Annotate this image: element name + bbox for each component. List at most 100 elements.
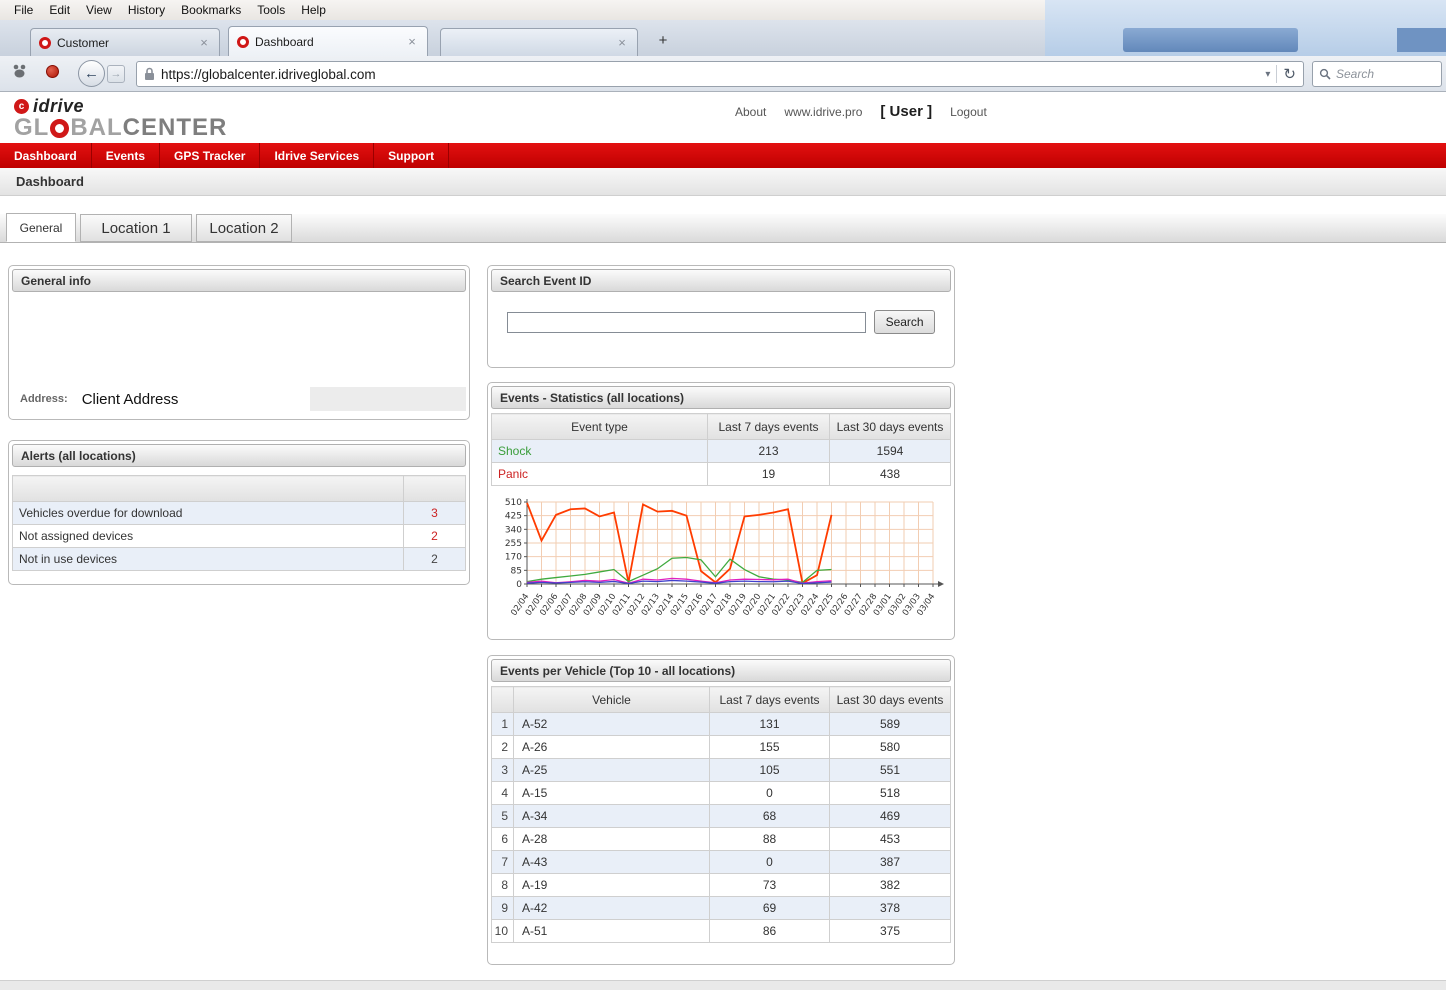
rank: 2 bbox=[492, 736, 514, 759]
tab-location-1[interactable]: Location 1 bbox=[80, 214, 192, 242]
record-indicator-icon[interactable] bbox=[46, 65, 59, 78]
stats-header-event-type: Event type bbox=[492, 414, 708, 440]
vehicle-name: A-34 bbox=[514, 805, 710, 828]
menu-help[interactable]: Help bbox=[293, 1, 334, 19]
table-row: 2 A-26 155 580 bbox=[492, 736, 951, 759]
idrive-pro-link[interactable]: www.idrive.pro bbox=[784, 105, 862, 119]
event-id-input[interactable] bbox=[507, 312, 866, 333]
alert-value: 2 bbox=[404, 548, 466, 571]
background-window-titlebar bbox=[1123, 28, 1298, 52]
dashboard-tabbar: General Location 1 Location 2 bbox=[0, 214, 1446, 243]
menu-view[interactable]: View bbox=[78, 1, 120, 19]
menu-tools[interactable]: Tools bbox=[249, 1, 293, 19]
url-bar[interactable]: ▾ ↻ bbox=[136, 61, 1304, 87]
alerts-panel: Alerts (all locations) Vehicles overdue … bbox=[8, 440, 470, 585]
close-tab-icon[interactable]: × bbox=[615, 35, 629, 50]
events-7d: 73 bbox=[710, 874, 830, 897]
vehicle-name: A-26 bbox=[514, 736, 710, 759]
tab-location-2[interactable]: Location 2 bbox=[196, 214, 292, 242]
event-type: Shock bbox=[492, 440, 708, 463]
panel-title: General info bbox=[12, 269, 466, 292]
main-nav: Dashboard Events GPS Tracker Idrive Serv… bbox=[0, 143, 1446, 168]
browser-search-input[interactable] bbox=[1336, 67, 1435, 81]
svg-text:255: 255 bbox=[505, 539, 522, 549]
breadcrumb[interactable]: Dashboard bbox=[0, 168, 1446, 196]
close-tab-icon[interactable]: × bbox=[405, 34, 419, 49]
address-row: Address: Client Address bbox=[12, 386, 466, 412]
events-30d: 589 bbox=[830, 713, 951, 736]
search-button[interactable]: Search bbox=[874, 310, 935, 334]
panel-title: Alerts (all locations) bbox=[12, 444, 466, 467]
events-30d: 580 bbox=[830, 736, 951, 759]
vehicle-name: A-25 bbox=[514, 759, 710, 782]
new-tab-button[interactable]: + bbox=[652, 29, 674, 51]
menu-edit[interactable]: Edit bbox=[41, 1, 78, 19]
search-icon bbox=[1319, 68, 1331, 80]
alert-row: Not assigned devices 2 bbox=[13, 525, 466, 548]
vehicle-name: A-51 bbox=[514, 920, 710, 943]
events-30d: 1594 bbox=[830, 440, 951, 463]
logout-link[interactable]: Logout bbox=[950, 105, 987, 119]
vehicle-name: A-19 bbox=[514, 874, 710, 897]
about-link[interactable]: About bbox=[735, 105, 766, 119]
search-event-panel: Search Event ID Search bbox=[487, 265, 955, 368]
vehicle-name: A-42 bbox=[514, 897, 710, 920]
events-7d: 19 bbox=[708, 463, 830, 486]
nav-gps-tracker[interactable]: GPS Tracker bbox=[160, 143, 260, 168]
extension-paw-icon[interactable] bbox=[10, 63, 30, 79]
rank: 7 bbox=[492, 851, 514, 874]
table-row: 1 A-52 131 589 bbox=[492, 713, 951, 736]
alert-label: Vehicles overdue for download bbox=[13, 502, 404, 525]
reload-icon[interactable]: ↻ bbox=[1283, 65, 1296, 83]
table-row: 8 A-19 73 382 bbox=[492, 874, 951, 897]
browser-tab-customer[interactable]: Customer × bbox=[30, 28, 220, 56]
url-input[interactable] bbox=[161, 67, 1259, 82]
svg-text:425: 425 bbox=[505, 512, 522, 522]
alert-row: Vehicles overdue for download 3 bbox=[13, 502, 466, 525]
events-7d: 88 bbox=[710, 828, 830, 851]
events-30d: 438 bbox=[830, 463, 951, 486]
stats-header-30days: Last 30 days events bbox=[830, 414, 951, 440]
events-30d: 378 bbox=[830, 897, 951, 920]
table-row: 4 A-15 0 518 bbox=[492, 782, 951, 805]
logo-mark-icon: c bbox=[14, 99, 29, 114]
alerts-table: Vehicles overdue for download 3 Not assi… bbox=[12, 475, 466, 571]
logo-text-left: GL bbox=[14, 114, 49, 142]
nav-support[interactable]: Support bbox=[374, 143, 449, 168]
address-field-fill bbox=[310, 387, 466, 411]
vehicle-name: A-43 bbox=[514, 851, 710, 874]
events-7d: 0 bbox=[710, 782, 830, 805]
stats-header-7days: Last 7 days events bbox=[708, 414, 830, 440]
page-content: c idrive GL BAL CENTER About www.idrive.… bbox=[0, 92, 1446, 990]
vehicle-header-7days: Last 7 days events bbox=[710, 687, 830, 713]
back-button[interactable]: ← bbox=[78, 60, 105, 87]
vehicle-header-vehicle: Vehicle bbox=[514, 687, 710, 713]
tab-general[interactable]: General bbox=[6, 213, 76, 242]
events-30d: 375 bbox=[830, 920, 951, 943]
svg-text:0: 0 bbox=[516, 580, 522, 590]
rank: 6 bbox=[492, 828, 514, 851]
events-7d: 131 bbox=[710, 713, 830, 736]
menu-file[interactable]: File bbox=[6, 1, 41, 19]
url-divider bbox=[1276, 65, 1277, 83]
browser-tab-dashboard[interactable]: Dashboard × bbox=[228, 26, 428, 56]
menu-bookmarks[interactable]: Bookmarks bbox=[173, 1, 249, 19]
lock-icon bbox=[144, 67, 155, 81]
site-logo: c idrive GL BAL CENTER bbox=[14, 96, 227, 142]
stats-row: Panic 19 438 bbox=[492, 463, 951, 486]
menu-history[interactable]: History bbox=[120, 1, 173, 19]
rank: 8 bbox=[492, 874, 514, 897]
nav-events[interactable]: Events bbox=[92, 143, 160, 168]
url-dropdown-icon[interactable]: ▾ bbox=[1265, 69, 1270, 80]
panel-title: Events - Statistics (all locations) bbox=[491, 386, 951, 409]
table-row: 5 A-34 68 469 bbox=[492, 805, 951, 828]
forward-button[interactable]: → bbox=[107, 65, 125, 83]
browser-tab-blank[interactable]: × bbox=[440, 28, 638, 56]
vehicle-name: A-15 bbox=[514, 782, 710, 805]
nav-dashboard[interactable]: Dashboard bbox=[0, 143, 92, 168]
event-type: Panic bbox=[492, 463, 708, 486]
browser-search-box[interactable] bbox=[1312, 61, 1442, 87]
close-tab-icon[interactable]: × bbox=[197, 35, 211, 50]
alert-value: 3 bbox=[404, 502, 466, 525]
nav-idrive-services[interactable]: Idrive Services bbox=[260, 143, 374, 168]
